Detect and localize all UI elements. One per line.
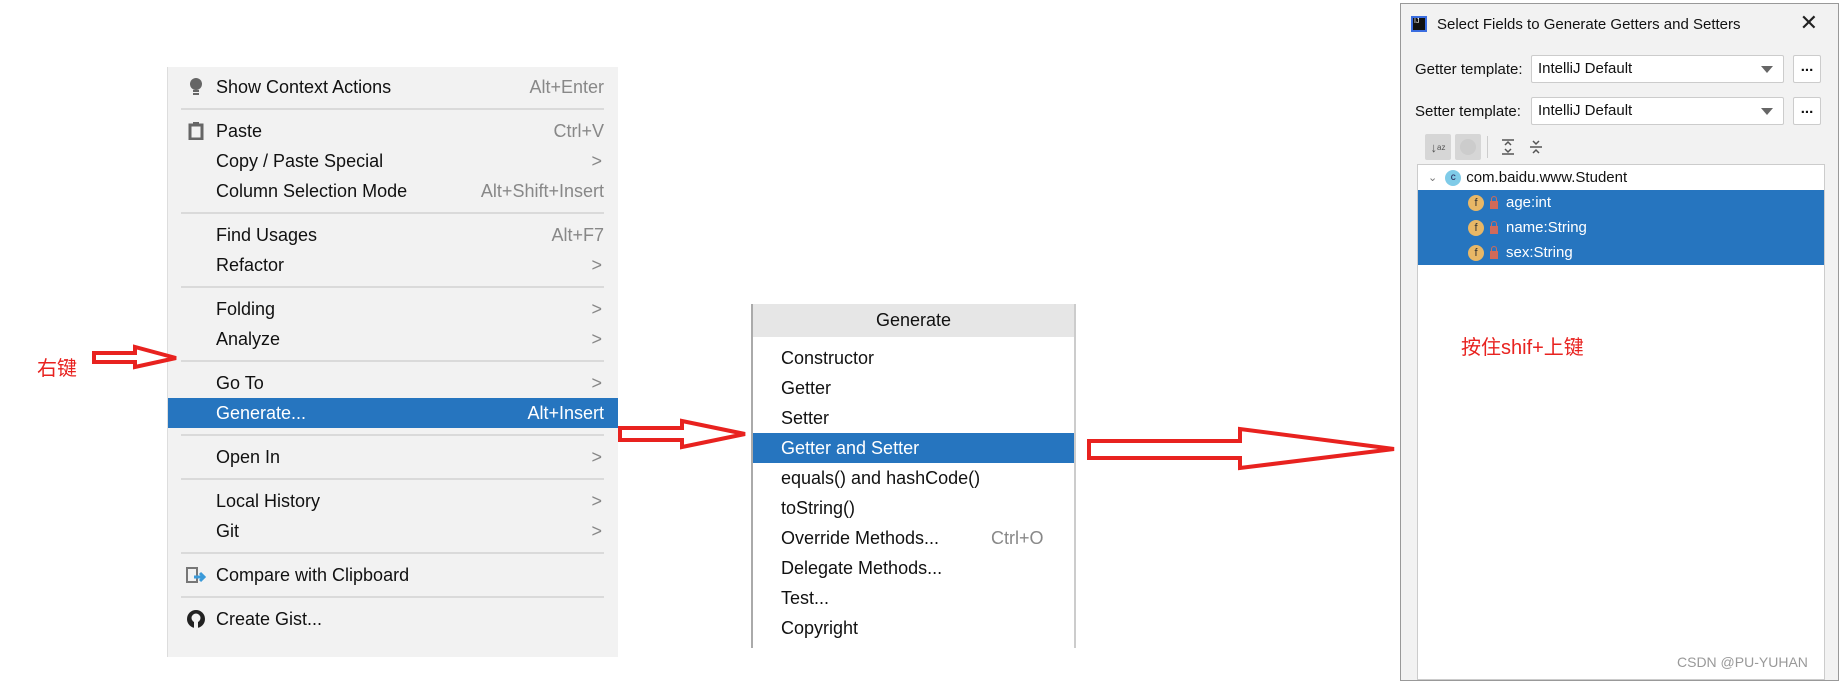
arrow-right-icon bbox=[1087, 426, 1395, 471]
annotation-arrows bbox=[92, 344, 1395, 471]
arrow-right-icon bbox=[618, 418, 746, 450]
arrow-right-icon bbox=[92, 344, 177, 370]
